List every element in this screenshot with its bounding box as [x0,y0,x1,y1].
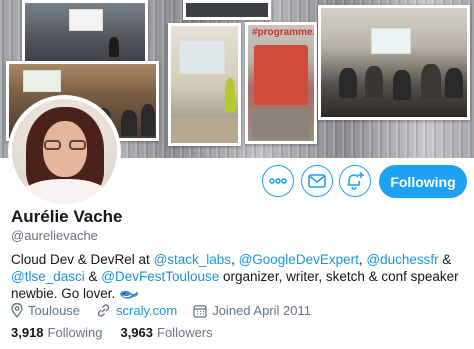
banner-photo-meetup [318,5,470,120]
website[interactable]: scraly.com [96,303,177,318]
mention-devfest-toulouse[interactable]: @DevFestToulouse [101,269,219,284]
more-button[interactable] [262,165,294,197]
location-pin-icon [11,303,23,318]
profile-avatar[interactable] [8,95,121,208]
banner-photo-top [183,0,271,20]
profile-meta: Toulouse scraly.com Joined April 2011 [11,303,327,318]
mention-google-dev-expert[interactable]: @GoogleDevExpert [239,252,359,267]
message-button[interactable] [301,165,333,197]
profile-bio: Cloud Dev & DevRel at @stack_labs, @Goog… [11,252,459,301]
calendar-icon [193,304,207,318]
following-label: Following [47,325,103,340]
envelope-icon [308,174,326,188]
notifications-button[interactable] [339,165,371,197]
following-stat[interactable]: 3,918 Following [11,325,102,340]
profile-handle: @aurelievache [11,228,98,243]
followers-count: 3,963 [120,325,154,340]
link-icon [97,304,110,317]
banner-photo-speaker [168,23,241,146]
mention-tlse-dasci[interactable]: @tlse_dasci [11,269,85,284]
banner-photo-conference-room [22,0,148,64]
more-icon [269,178,287,184]
avatar-photo [12,99,117,204]
mention-duchessfr[interactable]: @duchessfr [366,252,438,267]
followers-label: Followers [157,325,213,340]
following-count: 3,918 [11,325,44,340]
mention-stack-labs[interactable]: @stack_labs [154,252,232,267]
profile-name: Aurélie Vache [11,207,123,226]
website-link[interactable]: scraly.com [116,303,177,318]
whale-icon [120,290,139,299]
magazine-title: #programmez [252,27,314,38]
followers-stat[interactable]: 3,963 Followers [120,325,212,340]
bell-plus-icon [347,172,364,190]
location: Toulouse [11,303,80,318]
banner-photo-magazine: #programmez [245,22,317,144]
location-text: Toulouse [28,303,81,318]
joined-date: Joined April 2011 [193,303,311,318]
joined-text: Joined April 2011 [212,303,311,318]
following-button[interactable]: Following [379,165,467,198]
profile-stats: 3,918 Following 3,963 Followers [11,325,231,340]
